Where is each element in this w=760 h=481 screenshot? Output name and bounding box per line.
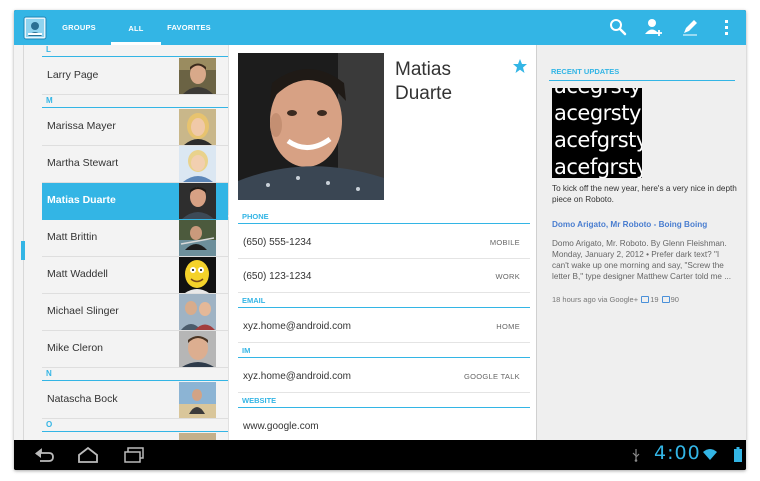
tab-groups[interactable]: GROUPS xyxy=(54,10,104,45)
contact-photo xyxy=(179,433,216,440)
wifi-icon xyxy=(703,449,717,460)
section-phone: PHONE xyxy=(238,210,530,224)
phone-type: MOBILE xyxy=(489,238,520,247)
contact-row-martha-stewart[interactable]: Martha Stewart xyxy=(42,146,228,183)
system-bar: 4:00 xyxy=(14,440,746,470)
contact-photo xyxy=(179,183,216,219)
battery-icon xyxy=(734,447,742,462)
contact-name: Mike Cleron xyxy=(47,342,104,354)
contact-detail-photo xyxy=(238,53,384,200)
im-type: GOOGLE TALK xyxy=(464,372,520,381)
fast-scroll-thumb[interactable] xyxy=(21,241,25,260)
update-image[interactable]: acegrsty acegrsty acefgrsty acefgrsty xyxy=(552,88,642,178)
back-icon[interactable] xyxy=(32,445,56,465)
tablet-screen: GROUPS ALL FAVORITES L Larry Page M Mari… xyxy=(14,10,746,470)
section-website: WEBSITE xyxy=(238,394,530,408)
update-image-text: acegrsty xyxy=(554,88,641,98)
section-header-o: O xyxy=(42,420,228,432)
home-icon[interactable] xyxy=(76,445,100,465)
contact-name: Matt Brittin xyxy=(47,231,98,243)
action-bar: GROUPS ALL FAVORITES xyxy=(14,10,746,45)
recent-updates-header: RECENT UPDATES xyxy=(549,67,735,81)
plus-one-icon xyxy=(661,296,670,303)
contact-name: Matias Duarte xyxy=(47,194,116,206)
contact-photo xyxy=(179,146,216,182)
website-row[interactable]: www.google.com xyxy=(238,409,530,443)
contact-photo xyxy=(179,109,216,145)
update-caption: To kick off the new year, here's a very … xyxy=(552,184,737,204)
update-meta: 18 hours ago via Google+ 19 90 xyxy=(552,295,679,304)
section-header-n: N xyxy=(42,369,228,381)
contact-row-matt-waddell[interactable]: Matt Waddell xyxy=(42,257,228,294)
tab-all[interactable]: ALL xyxy=(111,10,161,45)
email-type: HOME xyxy=(496,322,520,331)
clock: 4:00 xyxy=(654,442,701,464)
im-address: xyz.home@android.com xyxy=(243,371,351,382)
contact-row-michael-slinger[interactable]: Michael Slinger xyxy=(42,294,228,331)
comment-icon xyxy=(641,296,650,303)
section-header-m: M xyxy=(42,96,228,108)
email-address: xyz.home@android.com xyxy=(243,321,351,332)
contact-photo xyxy=(179,58,216,94)
phone-number: (650) 123-1234 xyxy=(243,271,312,282)
star-icon[interactable] xyxy=(512,58,528,74)
update-image-text: acefgrsty xyxy=(554,128,642,152)
contact-name: Natascha Bock xyxy=(47,393,118,405)
selection-pointer xyxy=(228,208,236,224)
usb-icon xyxy=(632,449,640,462)
contact-photo xyxy=(179,257,216,293)
phone-row-mobile[interactable]: (650) 555-1234 MOBILE xyxy=(238,225,530,259)
contact-detail: Matias Duarte PHONE (650) 555-1234 MOBIL… xyxy=(228,45,537,440)
section-email: EMAIL xyxy=(238,294,530,308)
contact-photo xyxy=(179,220,216,256)
section-header-l: L xyxy=(42,45,228,57)
contact-name: Michael Slinger xyxy=(47,305,119,317)
contact-name: Larry Page xyxy=(47,69,99,81)
update-snippet: Domo Arigato, Mr. Roboto. By Glenn Fleis… xyxy=(552,239,732,281)
im-row[interactable]: xyz.home@android.com GOOGLE TALK xyxy=(238,359,530,393)
phone-row-work[interactable]: (650) 123-1234 WORK xyxy=(238,259,530,293)
section-im: IM xyxy=(238,344,530,358)
contact-list[interactable]: L Larry Page M Marissa Mayer Martha Stew… xyxy=(14,45,228,440)
people-app-icon[interactable] xyxy=(23,16,47,40)
phone-number: (650) 555-1234 xyxy=(243,237,312,248)
comment-count: 19 xyxy=(650,295,659,304)
contact-row-partial[interactable] xyxy=(42,433,228,440)
contact-photo xyxy=(179,331,216,367)
contact-row-mike-cleron[interactable]: Mike Cleron xyxy=(42,331,228,368)
recent-updates-pane: RECENT UPDATES acegrsty acegrsty acefgrs… xyxy=(537,45,746,440)
overflow-menu-icon[interactable] xyxy=(717,17,737,37)
contact-name: Matt Waddell xyxy=(47,268,108,280)
contact-name: Marissa Mayer xyxy=(47,120,116,132)
contact-row-matias-duarte[interactable]: Matias Duarte xyxy=(42,183,228,220)
contact-photo xyxy=(179,382,216,418)
add-contact-icon[interactable] xyxy=(644,17,664,37)
update-time: 18 hours ago via Google+ xyxy=(552,295,639,304)
email-row[interactable]: xyz.home@android.com HOME xyxy=(238,309,530,343)
update-image-text: acefgrsty xyxy=(554,155,642,178)
contact-row-natascha-bock[interactable]: Natascha Bock xyxy=(42,382,228,419)
search-icon[interactable] xyxy=(608,17,628,37)
recent-apps-icon[interactable] xyxy=(122,445,146,465)
contact-name: Martha Stewart xyxy=(47,157,119,169)
contact-row-marissa-mayer[interactable]: Marissa Mayer xyxy=(42,109,228,146)
contact-row-matt-brittin[interactable]: Matt Brittin xyxy=(42,220,228,257)
phone-type: WORK xyxy=(495,272,520,281)
contact-photo xyxy=(179,294,216,330)
edit-icon[interactable] xyxy=(680,17,700,37)
website-url: www.google.com xyxy=(243,421,319,432)
contact-row-larry-page[interactable]: Larry Page xyxy=(42,58,228,95)
content-area: L Larry Page M Marissa Mayer Martha Stew… xyxy=(14,45,746,440)
tab-favorites[interactable]: FAVORITES xyxy=(164,10,214,45)
plus-one-count: 90 xyxy=(670,295,679,304)
update-link[interactable]: Domo Arigato, Mr Roboto - Boing Boing xyxy=(552,220,707,229)
update-image-text: acegrsty xyxy=(554,101,641,125)
contact-detail-name: Matias Duarte xyxy=(395,59,453,104)
